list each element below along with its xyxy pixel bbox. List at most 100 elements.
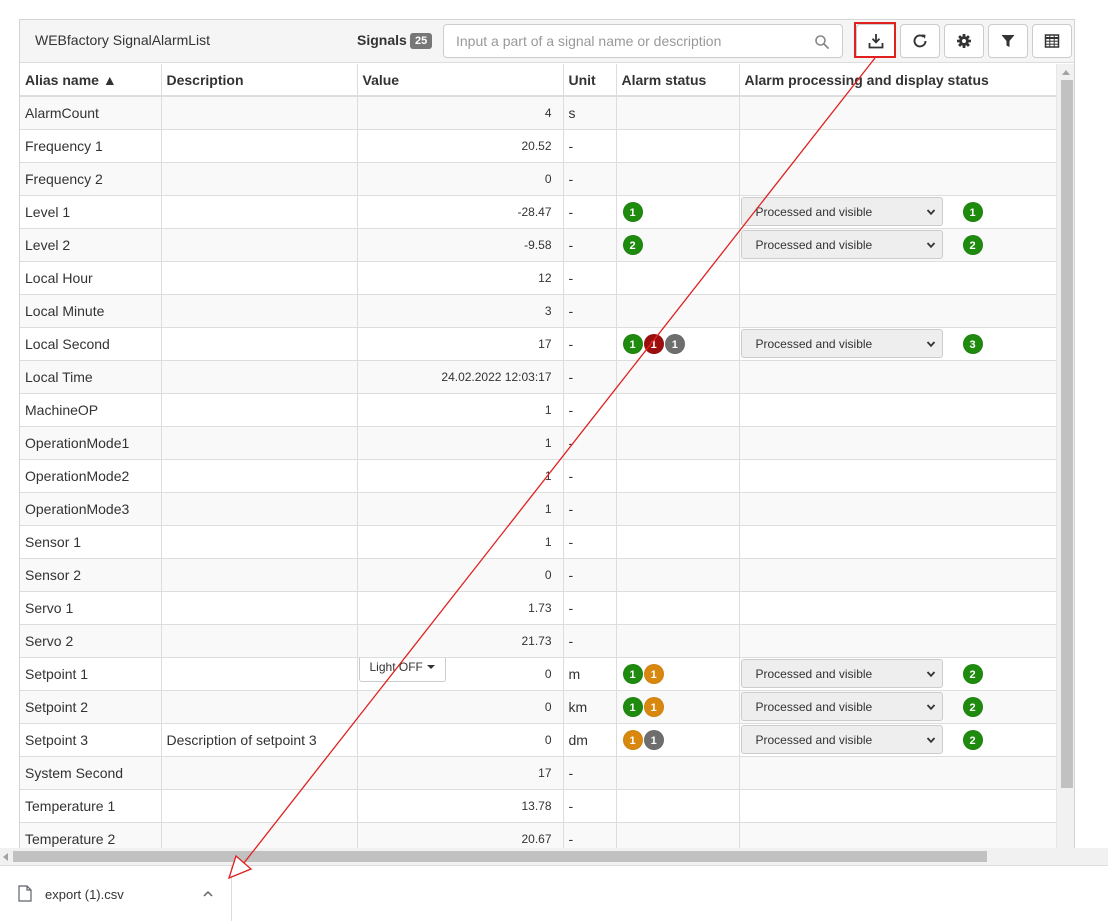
description-cell [161,756,358,790]
table-row[interactable]: OperationMode3 1- [20,492,1056,526]
table-row[interactable]: Local Second 17-1 1 1 Processed and visible 3 [20,327,1056,361]
value-dropdown-button[interactable]: Light OFF [358,657,446,682]
table-row[interactable]: Servo 2 21.73- [20,624,1056,658]
alarm-status-cell [616,162,740,196]
table-row[interactable]: Sensor 2 0- [20,558,1056,592]
table-row[interactable]: OperationMode2 1- [20,459,1056,493]
alarm-status-cell [616,129,740,163]
description-cell [161,360,358,394]
value-cell: 0 [357,558,564,592]
unit-cell: - [563,195,617,229]
table-row[interactable]: Frequency 1 20.52- [20,129,1056,163]
search-input[interactable] [444,25,804,57]
horizontal-scroll-thumb[interactable] [13,851,987,862]
chevron-up-icon[interactable] [202,888,214,900]
processing-status-select[interactable]: Processed and visible [740,329,943,358]
description-cell [161,162,358,196]
table-row[interactable]: MachineOP 1- [20,393,1056,427]
column-header-alias[interactable]: Alias name ▲ [20,64,162,97]
unit-cell: - [563,327,617,361]
alias-cell: System Second [20,756,162,790]
table-row[interactable]: System Second 17- [20,756,1056,790]
table-row[interactable]: Local Hour 12- [20,261,1056,295]
processing-status-select[interactable]: Processed and visible [740,659,943,688]
table-body: AlarmCount 4 s Frequency 1 20.52- Frequency 2… [20,96,1056,848]
processing-count-badge: 3 [962,333,983,354]
table-row[interactable]: OperationMode1 1- [20,426,1056,460]
unit-cell: s [563,96,617,130]
description-cell [161,657,358,691]
unit-cell: - [563,789,617,823]
processing-status-select[interactable]: Processed and visible [740,725,943,754]
alarm-status-cell: 11 [616,690,740,724]
alarm-status-badge-green: 1 [622,201,643,222]
columns-button[interactable] [1032,24,1072,58]
filter-button[interactable] [988,24,1028,58]
processing-count-badge: 2 [962,663,983,684]
value-cell: 0 [357,162,564,196]
alarm-status-cell: 11 [616,723,740,757]
alias-cell: Local Time [20,360,162,394]
alarm-status-badge-orange: 1 [643,663,664,684]
table-row[interactable]: Setpoint 3 Description of setpoint 3 0 dm 1 1… [20,723,1056,757]
column-header-processing[interactable]: Alarm processing and display status [739,64,1056,97]
search-box [443,24,843,58]
column-header-alarm-status[interactable]: Alarm status [616,64,740,97]
unit-cell: - [563,459,617,493]
table-row[interactable]: Level 1 -28.47-1 Processed and visible 1 [20,195,1056,229]
alias-cell: AlarmCount [20,96,162,130]
alias-cell: Frequency 2 [20,162,162,196]
alias-cell: Setpoint 1 [20,657,162,691]
unit-cell: - [563,129,617,163]
table-row[interactable]: Level 2 -9.58-2 Processed and visible 2 [20,228,1056,262]
alias-cell: Frequency 1 [20,129,162,163]
processing-status-cell [739,294,1056,328]
search-icon[interactable] [814,34,830,50]
scroll-left-arrow-icon[interactable] [3,853,8,861]
table-row[interactable]: Setpoint 1 Light OFF 0 m 1 1 Processed and vis… [20,657,1056,691]
vertical-scrollbar[interactable] [1056,64,1074,848]
value-cell: Light OFF 0 [357,657,564,691]
download-item[interactable]: export (1).csv [0,866,232,921]
unit-cell: - [563,294,617,328]
download-button[interactable] [856,24,896,58]
value-cell: 12 [357,261,564,295]
download-file-name[interactable]: export (1).csv [45,887,124,902]
table-row[interactable]: Setpoint 2 0 km 1 1 Processed and visible 2 [20,690,1056,724]
alarm-status-cell [616,393,740,427]
table-row[interactable]: Sensor 1 1- [20,525,1056,559]
processing-status-cell: Processed and visible 2 [739,723,1056,757]
column-header-description[interactable]: Description [161,64,358,97]
unit-cell: - [563,822,617,848]
processing-status-select[interactable]: Processed and visible [740,692,943,721]
description-cell [161,822,358,848]
processing-status-select[interactable]: Processed and visible [740,197,943,226]
vertical-scroll-thumb[interactable] [1061,80,1073,788]
chevron-down-icon [926,340,935,347]
column-header-value[interactable]: Value [357,64,564,97]
alarm-status-cell [616,261,740,295]
table-row[interactable]: Temperature 1 13.78- [20,789,1056,823]
table-row[interactable]: Local Time 24.02.2022 12:03:17- [20,360,1056,394]
refresh-button[interactable] [900,24,940,58]
table-row[interactable]: Temperature 2 20.67- [20,822,1056,848]
description-cell [161,195,358,229]
table-row[interactable]: AlarmCount 4 s [20,96,1056,130]
settings-button[interactable] [944,24,984,58]
table-row[interactable]: Servo 1 1.73- [20,591,1056,625]
alarm-status-badge-orange: 1 [643,696,664,717]
horizontal-scrollbar[interactable] [0,848,1108,865]
table-row[interactable]: Local Minute 3- [20,294,1056,328]
download-icon [868,34,884,49]
scroll-up-arrow-icon[interactable] [1062,70,1070,75]
processing-status-select[interactable]: Processed and visible [740,230,943,259]
table-row[interactable]: Frequency 2 0- [20,162,1056,196]
processing-status-cell: Processed and visible 3 [739,327,1056,361]
panel-header: WEBfactory SignalAlarmList Signals 25 [20,20,1074,63]
column-header-unit[interactable]: Unit [563,64,617,97]
description-cell [161,129,358,163]
processing-status-cell [739,558,1056,592]
description-cell: Description of setpoint 3 [161,723,358,757]
alarm-status-cell [616,96,740,130]
value-cell: 1 [357,492,564,526]
